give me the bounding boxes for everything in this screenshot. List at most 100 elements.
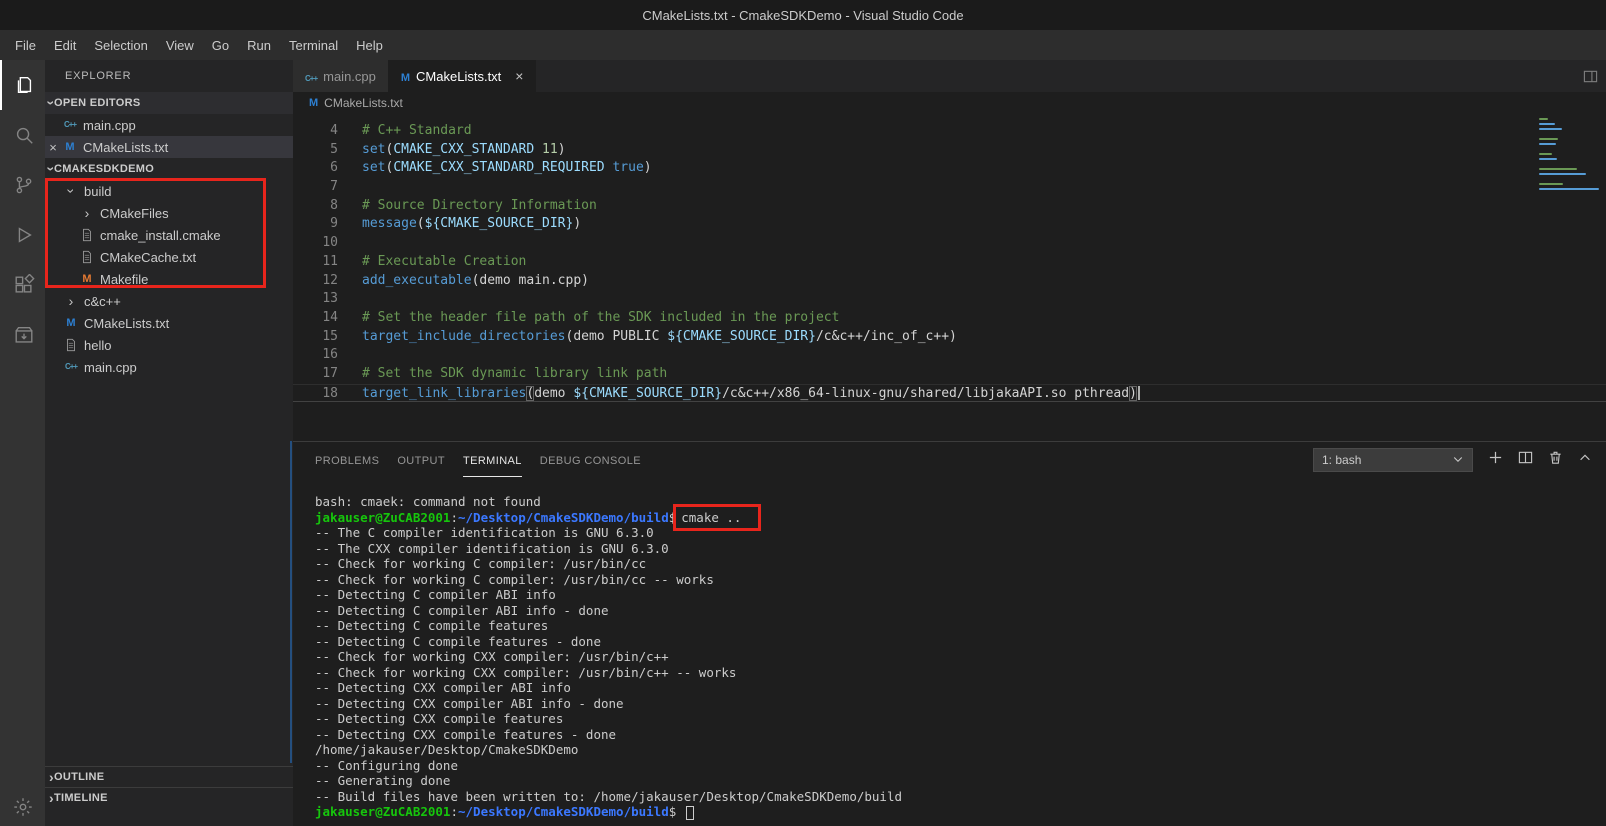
code-line-16: 16 [293,346,1606,365]
activity-extensions-icon[interactable] [0,260,45,310]
terminal-line: -- Check for working C compiler: /usr/bi… [315,572,1606,588]
activity-explorer-icon[interactable] [0,60,45,110]
terminal-shell-select[interactable]: 1: bash [1313,448,1473,472]
project-header[interactable]: › CMAKESDKDEMO [45,158,293,180]
menu-view[interactable]: View [157,33,203,58]
terminal-line: -- Configuring done [315,758,1606,774]
code-line-15: 15target_include_directories(demo PUBLIC… [293,328,1606,347]
terminal-line: /home/jakauser/Desktop/CmakeSDKDemo [315,742,1606,758]
activity-bar [0,60,45,826]
menu-terminal[interactable]: Terminal [280,33,347,58]
line-number: 15 [293,328,338,347]
close-icon[interactable]: × [45,140,61,155]
activity-deploy-box-icon[interactable] [0,310,45,360]
cmake-file-icon: M [401,69,410,84]
menu-selection[interactable]: Selection [85,33,156,58]
terminal[interactable]: bash: cmaek: command not foundjakauser@Z… [293,478,1606,826]
cmake-file-icon: M [309,98,318,109]
tree-item-makefile[interactable]: MMakefile [45,268,293,290]
panel-tab-problems[interactable]: PROBLEMS [315,444,379,477]
kill-terminal-button[interactable] [1548,450,1563,470]
menu-file[interactable]: File [6,33,45,58]
open-editor-main-cpp[interactable]: C++ main.cpp [45,114,293,136]
minimap-line [1539,183,1563,185]
code-line-9: 9message(${CMAKE_SOURCE_DIR}) [293,215,1606,234]
new-terminal-button[interactable] [1488,450,1503,470]
code-line-5: 5set(CMAKE_CXX_STANDARD 11) [293,141,1606,160]
tree-item-cmakelists-txt[interactable]: MCMakeLists.txt [45,312,293,334]
tree-item-label: hello [84,338,111,353]
code-line-6: 6set(CMAKE_CXX_STANDARD_REQUIRED true) [293,159,1606,178]
chevron-down-icon[interactable]: › [62,184,80,198]
code-line-11: 11# Executable Creation [293,253,1606,272]
terminal-cursor [686,806,694,820]
tab-label: CMakeLists.txt [416,69,501,84]
activity-run-debug-icon[interactable] [0,210,45,260]
window-title: CMakeLists.txt - CmakeSDKDemo - Visual S… [642,8,963,23]
editor-tab-bar: C++main.cpp M CMakeLists.txt × [293,60,1606,92]
minimap-line [1539,188,1599,190]
menu-help[interactable]: Help [347,33,392,58]
tree-item-cmakefiles[interactable]: ›CMakeFiles [45,202,293,224]
line-content: # Source Directory Information [338,197,597,216]
minimap-line [1539,173,1586,175]
terminal-line: -- Detecting CXX compile features - done [315,727,1606,743]
activity-search-icon[interactable] [0,110,45,160]
terminal-line: -- The C compiler identification is GNU … [315,525,1606,541]
tree-item-cmakecache-txt[interactable]: CMakeCache.txt [45,246,293,268]
tab-cmakelists-txt[interactable]: M CMakeLists.txt × [389,60,537,92]
line-content [338,290,362,309]
sidebar-title: EXPLORER [45,60,293,92]
tab-main-cpp[interactable]: C++main.cpp [293,60,389,92]
open-editors-header[interactable]: › OPEN EDITORS [45,92,293,114]
tree-item-hello[interactable]: hello [45,334,293,356]
maximize-panel-button[interactable] [1578,451,1592,470]
split-terminal-button[interactable] [1518,450,1533,470]
tree-item-build[interactable]: ›build [45,180,293,202]
settings-gear-icon[interactable] [0,796,45,818]
line-content: message(${CMAKE_SOURCE_DIR}) [338,215,581,234]
line-number: 8 [293,197,338,216]
minimap[interactable] [1533,118,1605,193]
panel-tab-output[interactable]: OUTPUT [397,444,445,477]
window-titlebar[interactable]: CMakeLists.txt - CmakeSDKDemo - Visual S… [0,0,1606,30]
terminal-line: -- Build files have been written to: /ho… [315,789,1606,805]
line-content: set(CMAKE_CXX_STANDARD_REQUIRED true) [338,159,652,178]
open-editor-cmakelists-txt[interactable]: ×MCMakeLists.txt [45,136,293,158]
text-cursor [1138,386,1140,400]
sidebar-section-outline[interactable]: ›OUTLINE [45,766,293,787]
tree-item-c-c[interactable]: ›c&c++ [45,290,293,312]
line-content: set(CMAKE_CXX_STANDARD 11) [338,141,566,160]
tree-item-main-cpp[interactable]: C++main.cpp [45,356,293,378]
cpp-file-icon: C++ [61,121,79,129]
open-editor-label: CMakeLists.txt [83,140,168,155]
cpp-file-icon: C++ [62,363,80,371]
code-editor[interactable]: 4# C++ Standard5set(CMAKE_CXX_STANDARD 1… [293,114,1606,441]
line-number: 9 [293,215,338,234]
menu-go[interactable]: Go [203,33,238,58]
cmake-file-icon: M [62,318,80,329]
line-number: 12 [293,272,338,291]
code-line-12: 12add_executable(demo main.cpp) [293,272,1606,291]
menu-edit[interactable]: Edit [45,33,85,58]
split-editor-icon[interactable] [1583,60,1606,92]
close-icon[interactable]: × [515,68,523,84]
breadcrumb[interactable]: M CMakeLists.txt [293,92,1606,114]
open-editor-label: main.cpp [83,118,136,133]
terminal-line: -- Detecting CXX compile features [315,711,1606,727]
code-line-18: 18target_link_libraries(demo ${CMAKE_SOU… [293,384,1606,403]
tab-label: main.cpp [323,69,376,84]
sidebar-section-timeline[interactable]: ›TIMELINE [45,787,293,808]
line-content: target_include_directories(demo PUBLIC $… [338,328,957,347]
file-file-icon [78,228,96,242]
line-number: 10 [293,234,338,253]
panel-tab-debug-console[interactable]: DEBUG CONSOLE [540,444,641,477]
tree-item-cmake-install-cmake[interactable]: cmake_install.cmake [45,224,293,246]
terminal-line: jakauser@ZuCAB2001:~/Desktop/CmakeSDKDem… [315,510,1606,526]
terminal-line: -- Detecting CXX compiler ABI info - don… [315,696,1606,712]
activity-source-control-icon[interactable] [0,160,45,210]
panel-tab-terminal[interactable]: TERMINAL [463,444,522,477]
menu-run[interactable]: Run [238,33,280,58]
chevron-right-icon[interactable]: › [78,206,96,220]
chevron-right-icon[interactable]: › [62,294,80,308]
